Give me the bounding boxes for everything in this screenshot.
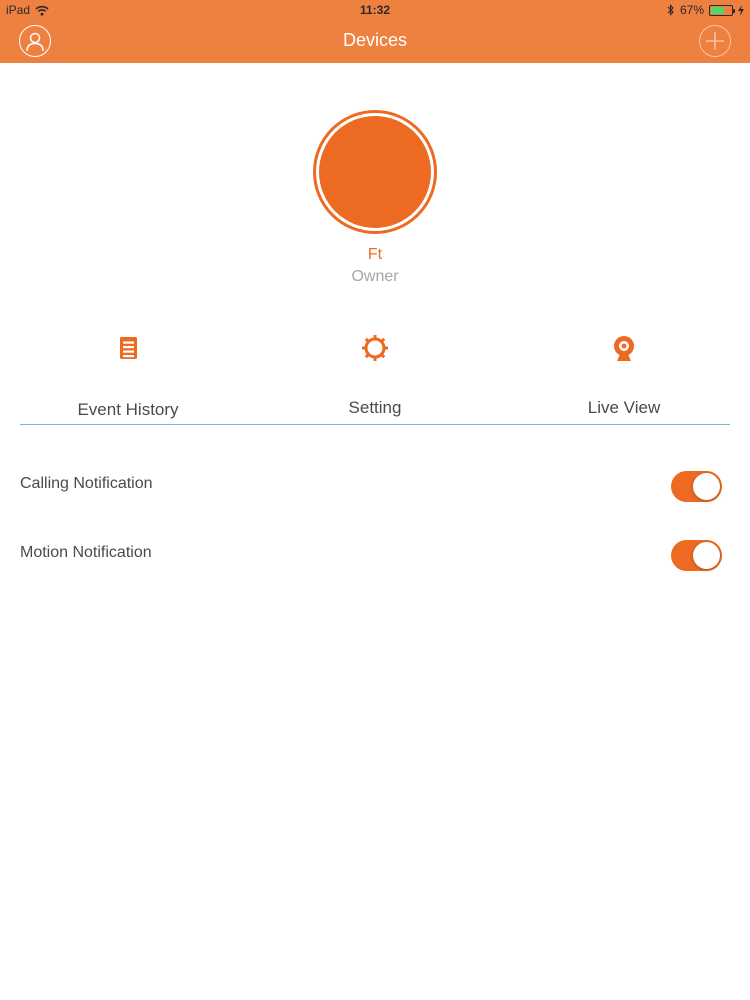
tab-label: Live View [587,398,661,417]
battery-percent: 67% [679,3,704,17]
motion-notification-toggle[interactable] [671,540,722,571]
tab-live-view[interactable]: Live View [514,330,734,425]
tab-label: Setting [348,398,402,417]
toggle-knob [693,542,720,569]
status-bar: iPad 11:32 67% [0,0,750,20]
top-bar: iPad 11:32 67% Devices [0,0,750,63]
battery-icon [709,4,735,16]
calling-notification-label: Calling Notification [20,475,153,492]
camera-icon [614,336,634,361]
device-name: Ft [367,246,383,263]
status-time: 11:32 [359,3,391,17]
add-icon [706,32,724,50]
charging-icon [738,4,744,16]
motion-notification-label: Motion Notification [20,544,152,561]
tab-label: Event History [77,400,179,419]
battery-fill [711,6,725,14]
calling-notification-toggle[interactable] [671,471,722,502]
bluetooth-icon [667,4,674,16]
tab-event-history[interactable]: Event History [18,330,238,425]
settings-gear-icon [362,335,388,361]
motion-notification-row: Motion Notification [20,536,730,576]
tab-setting[interactable]: Setting [265,330,485,425]
page-title: Devices [342,30,408,50]
add-device-button[interactable] [699,25,731,57]
device-tabs: Event History Setting Live View [20,330,730,425]
calling-notification-row: Calling Notification [20,467,730,507]
toggle-knob [693,473,720,500]
device-avatar[interactable] [313,110,437,234]
avatar-fill [319,116,431,228]
event-history-icon [120,337,137,359]
device-role: Owner [351,268,399,285]
